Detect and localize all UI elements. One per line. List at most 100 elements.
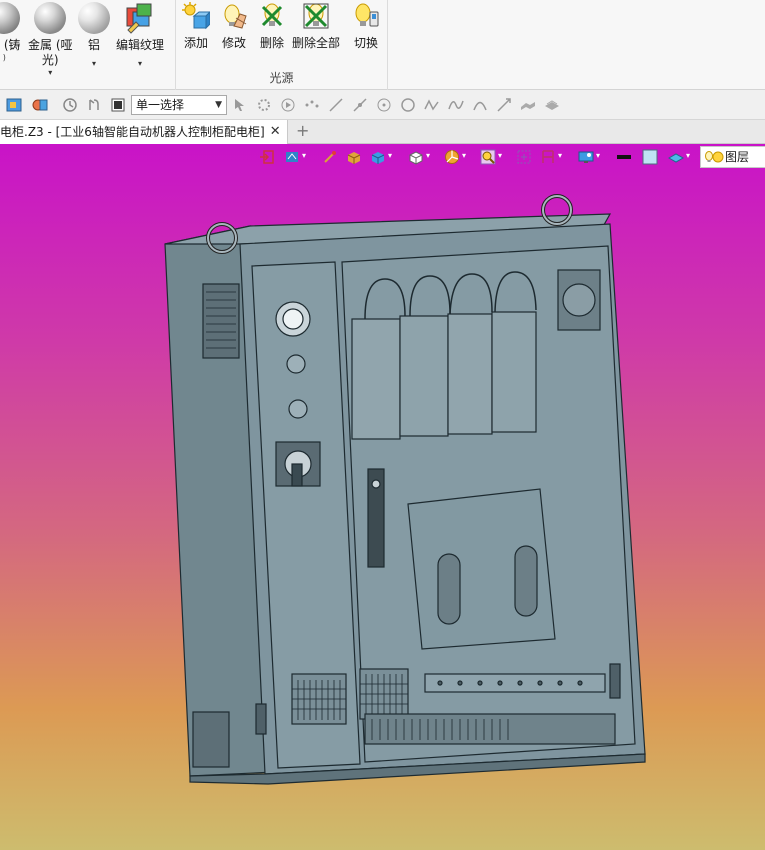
close-icon[interactable]: ✕: [270, 120, 281, 144]
modify-light-button[interactable]: 修改: [220, 2, 248, 51]
material-cast-label-2: ): [2, 53, 6, 62]
cable-duct: [364, 713, 616, 745]
history-icon[interactable]: [62, 97, 78, 113]
polyline-icon[interactable]: [424, 97, 440, 113]
cast-metal-sphere-icon: [0, 2, 21, 34]
material-matte-label: 金属 (哑: [28, 38, 73, 52]
material-icon[interactable]: [668, 149, 684, 165]
solid-icon[interactable]: [544, 97, 560, 113]
document-tab-label: 电柜.Z3 - [工业6轴智能自动机器人控制柜配电柜]: [0, 125, 265, 139]
chevron-down-icon: ▾: [686, 151, 691, 160]
add-light-icon: [182, 2, 212, 32]
render-mode-icon[interactable]: [6, 97, 22, 113]
document-tab[interactable]: 电柜.Z3 - [工业6轴智能自动机器人控制柜配电柜] ✕: [0, 120, 288, 144]
edit-texture-label: 编辑纹理: [116, 38, 165, 52]
new-tab-button[interactable]: +: [296, 120, 309, 142]
selection-filter-value: 单一选择: [136, 98, 185, 112]
delete-light-icon: [258, 2, 286, 32]
solid-box-icon[interactable]: [370, 149, 386, 165]
stop-icon[interactable]: [110, 97, 126, 113]
toggle-light-button[interactable]: 切换: [352, 2, 380, 51]
viewport-toolbar: ▾ ▾ ▾ ▾ ▾ ▾ ▾ ▾ 图层: [256, 146, 765, 168]
line-icon[interactable]: [328, 97, 344, 113]
gear-select-icon[interactable]: [256, 97, 272, 113]
material-aluminum-label: 铝: [87, 38, 100, 52]
wire-box-icon[interactable]: [408, 149, 424, 165]
add-light-label: 添加: [183, 36, 208, 50]
chevron-down-icon: ▾: [426, 151, 431, 160]
zoom-icon[interactable]: [480, 149, 496, 165]
light-group: 添加 修改 删除 删除全部 切换 光源: [176, 0, 388, 90]
selection-filter-select[interactable]: 单一选择 ▼: [131, 95, 227, 115]
aluminum-sphere-icon: [78, 2, 110, 34]
add-light-button[interactable]: 添加: [182, 2, 212, 51]
chevron-down-icon: ▾: [596, 151, 601, 160]
shaded-box-icon[interactable]: [346, 149, 362, 165]
chevron-down-icon: ▼: [215, 100, 222, 110]
document-tab-bar: 电柜.Z3 - [工业6轴智能自动机器人控制柜配电柜] ✕ +: [0, 120, 765, 144]
material-preview-icon[interactable]: [32, 97, 48, 113]
toggle-light-label: 切换: [353, 36, 378, 50]
pick-icon[interactable]: [322, 149, 338, 165]
contactor: [399, 315, 449, 437]
exit-icon[interactable]: [259, 149, 275, 165]
edit-texture-icon: [124, 2, 156, 34]
spline-icon[interactable]: [448, 97, 464, 113]
arc-icon[interactable]: [472, 97, 488, 113]
material-aluminum-button[interactable]: 铝 ▾: [78, 2, 110, 68]
delete-light-button[interactable]: 删除: [258, 2, 286, 51]
chevron-down-icon: ▾: [558, 151, 563, 160]
material-group: 属 (铸 ) 金属 (哑 光) ▾ 铝 ▾ 编辑纹理 ▾: [0, 0, 176, 90]
edit-texture-button[interactable]: 编辑纹理 ▾: [116, 2, 164, 68]
material-cast-button[interactable]: 属 (铸 ): [0, 2, 21, 62]
indicator-light: [286, 354, 306, 374]
line-color-icon[interactable]: [616, 149, 632, 165]
circle-icon[interactable]: [400, 97, 416, 113]
delete-light-label: 删除: [259, 36, 284, 50]
lightbulb-icon: [705, 151, 724, 163]
3d-viewport[interactable]: ▾ ▾ ▾ ▾ ▾ ▾ ▾ ▾ 图层: [0, 144, 765, 850]
center-circle-icon[interactable]: [376, 97, 392, 113]
chevron-down-icon: ▾: [462, 151, 467, 160]
delete-all-lights-button[interactable]: 删除全部: [292, 2, 340, 51]
chevron-down-icon: ▾: [91, 59, 96, 68]
chevron-down-icon: ▾: [498, 151, 503, 160]
contactor: [447, 313, 493, 435]
material-matte-label-2: 光): [41, 53, 59, 67]
hinge: [255, 703, 267, 735]
fill-color-icon[interactable]: [642, 149, 658, 165]
play-icon[interactable]: [280, 97, 296, 113]
dimension-icon[interactable]: [496, 97, 512, 113]
view-orientation-icon[interactable]: [284, 149, 300, 165]
fan-grille: [202, 283, 240, 359]
segment-icon[interactable]: [352, 97, 368, 113]
material-matte-button[interactable]: 金属 (哑 光) ▾: [28, 2, 73, 77]
clipping-plane-icon[interactable]: [540, 149, 556, 165]
section-icon[interactable]: [444, 149, 460, 165]
chevron-down-icon: ▾: [388, 151, 393, 160]
delete-all-lights-label: 删除全部: [292, 36, 341, 50]
light-group-title: 光源: [269, 71, 294, 85]
pointer-icon[interactable]: [232, 97, 248, 113]
matte-metal-sphere-icon: [34, 2, 67, 34]
toggle-light-icon: [352, 2, 380, 32]
undo-icon[interactable]: [86, 97, 102, 113]
cable-gland-plate: [192, 711, 230, 768]
electrical-cabinet-model[interactable]: [160, 184, 660, 834]
contactor: [491, 311, 537, 433]
modify-light-label: 修改: [221, 36, 246, 50]
indicator-light: [288, 399, 308, 419]
modify-light-icon: [220, 2, 248, 32]
chevron-down-icon: ▾: [302, 151, 307, 160]
delete-all-lights-icon: [302, 2, 330, 32]
hinge: [609, 663, 621, 699]
fit-view-icon[interactable]: [516, 149, 532, 165]
points-icon[interactable]: [304, 97, 320, 113]
surface-icon[interactable]: [520, 97, 536, 113]
layer-label: 图层: [725, 150, 750, 164]
chevron-down-icon: ▾: [138, 59, 143, 68]
display-settings-icon[interactable]: [578, 149, 594, 165]
layer-button[interactable]: 图层: [700, 146, 765, 168]
ribbon: 属 (铸 ) 金属 (哑 光) ▾ 铝 ▾ 编辑纹理 ▾: [0, 0, 765, 90]
main-toolbar: 单一选择 ▼: [0, 90, 765, 120]
